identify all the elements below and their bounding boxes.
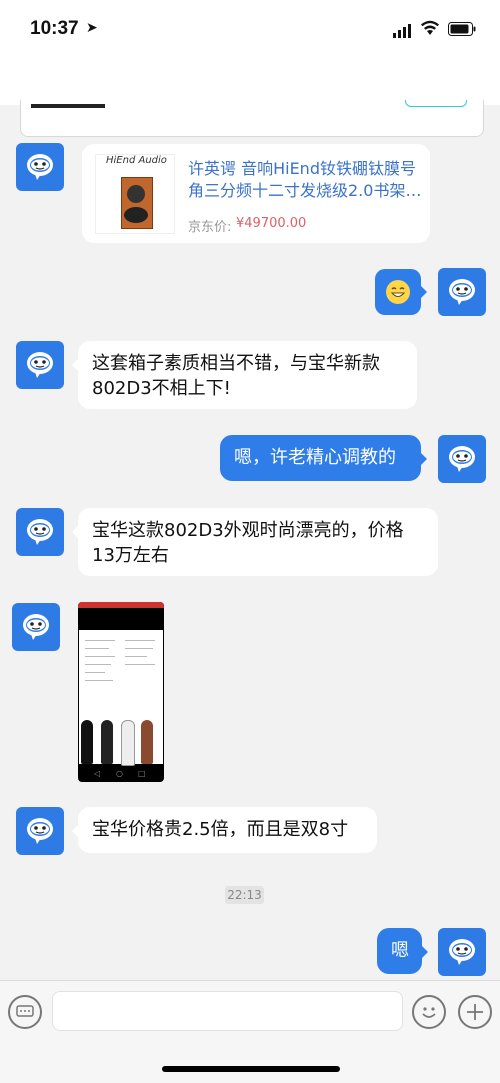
previous-card-button-edge (405, 100, 467, 107)
home-indicator (162, 1066, 340, 1072)
status-bar: 10:37 ➤ (0, 0, 500, 60)
speaker-woofer (124, 207, 148, 223)
previous-card[interactable] (20, 100, 484, 137)
image-message[interactable]: ◁ ○ □ (78, 602, 164, 782)
grinning-emoji-icon (386, 280, 410, 304)
price-value: ¥49700.00 (236, 216, 307, 231)
price-label: 京东价: (188, 220, 232, 235)
more-button[interactable] (458, 995, 492, 1029)
message-bubble[interactable]: 这套箱子素质相当不错，与宝华新款802D3不相上下! (72, 341, 417, 409)
chat-timestamp: 22:13 (225, 886, 264, 904)
my-avatar[interactable] (438, 435, 486, 483)
message-input[interactable] (52, 991, 403, 1031)
my-avatar[interactable] (438, 928, 486, 976)
message-text: 这套箱子素质相当不错，与宝华新款802D3不相上下! (92, 353, 380, 399)
avatar[interactable] (16, 807, 64, 855)
message-bubble[interactable]: 嗯，许老精心调教的 (220, 435, 427, 481)
message-bubble[interactable]: 嗯 (377, 928, 428, 974)
message-text: 嗯 (391, 940, 409, 961)
nav-recent-icon: □ (138, 769, 146, 778)
avatar[interactable] (16, 341, 64, 389)
product-title: 许英谔 音响HiEnd钕铁硼钛膜号角三分频十二寸发烧级2.0书架音箱 (188, 159, 422, 200)
screenshot-topbar (78, 602, 164, 608)
battery-icon (448, 22, 476, 36)
emoji-icon (422, 1007, 436, 1018)
chat-face-icon (449, 279, 475, 305)
plus-icon (467, 1004, 483, 1020)
status-time: 10:37 (30, 18, 79, 39)
header-area (0, 60, 500, 105)
emoji-message-bubble[interactable] (375, 269, 427, 315)
wifi-icon (421, 20, 439, 35)
product-brand: HiEnd Audio (106, 155, 167, 166)
message-text: 宝华价格贵2.5倍，而且是双8寸 (92, 819, 349, 840)
emoji-button[interactable] (412, 995, 446, 1029)
speaker-tweeter (127, 185, 145, 203)
product-image: HiEnd Audio (95, 154, 175, 234)
avatar[interactable] (16, 143, 64, 191)
speaker-white (121, 720, 135, 766)
product-card[interactable]: HiEnd Audio 许英谔 音响HiEnd钕铁硼钛膜号角三分频十二寸发烧级2… (82, 144, 430, 243)
chat-face-icon (27, 519, 53, 545)
speaker-rosenut (141, 720, 153, 764)
chat-face-icon (449, 446, 475, 472)
location-arrow-icon: ➤ (86, 20, 98, 36)
chat-face-icon (449, 939, 475, 965)
nav-home-icon: ○ (116, 769, 123, 778)
chat-face-icon (27, 154, 53, 180)
chat-face-icon (23, 614, 49, 640)
speaker-dark (101, 720, 113, 764)
message-text: 嗯，许老精心调教的 (234, 447, 396, 468)
message-bubble[interactable]: 宝华这款802D3外观时尚漂亮的，价格13万左右 (72, 508, 438, 576)
avatar[interactable] (12, 603, 60, 651)
screenshot-content (79, 630, 163, 766)
voice-keyboard-toggle-button[interactable] (8, 995, 42, 1029)
speaker-black (81, 720, 93, 764)
previous-card-image-strip (31, 104, 105, 108)
message-bubble[interactable]: 宝华价格贵2.5倍，而且是双8寸 (72, 807, 377, 853)
message-text: 宝华这款802D3外观时尚漂亮的，价格13万左右 (92, 520, 404, 566)
chat-face-icon (27, 818, 53, 844)
nav-back-icon: ◁ (94, 769, 101, 778)
cellular-signal-icon (393, 24, 411, 38)
chat-face-icon (27, 352, 53, 378)
keyboard-voice-icon (16, 1005, 34, 1017)
avatar[interactable] (16, 508, 64, 556)
my-avatar[interactable] (438, 268, 486, 316)
